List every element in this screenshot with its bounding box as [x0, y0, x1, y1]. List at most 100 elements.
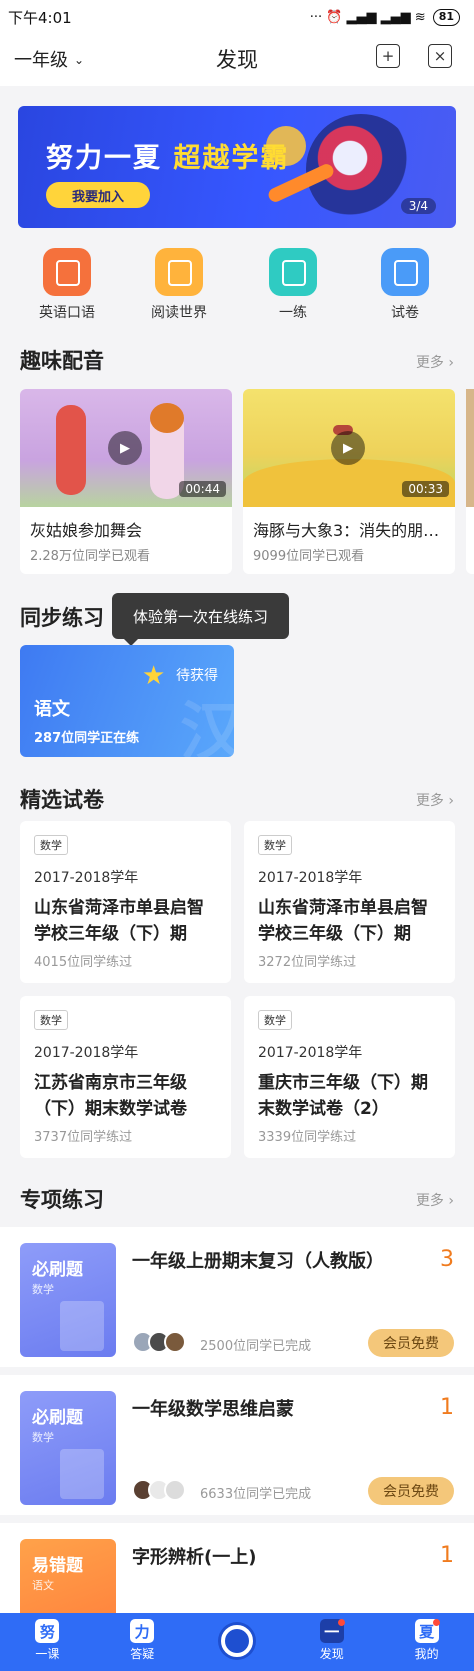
special-card[interactable]: 易错题 语文 字形辨析(一上) 1 — [0, 1523, 474, 1653]
exercise-book-icon[interactable]: × — [428, 44, 452, 68]
character-figure — [56, 405, 86, 495]
tab-center[interactable] — [190, 1613, 285, 1671]
paper-card[interactable]: 数学 2017-2018学年 山东省菏泽市单县启智学校三年级（下）期末… 401… — [20, 821, 231, 983]
bookmark-add-icon[interactable]: + — [376, 44, 400, 68]
category-label: 一练 — [279, 305, 307, 321]
video-card-peek[interactable] — [466, 389, 474, 574]
avatar-group — [132, 1479, 186, 1501]
category-label: 试卷 — [391, 305, 419, 321]
vip-free-button[interactable]: 会员免费 — [368, 1329, 454, 1357]
special-more-link[interactable]: 更多 › — [416, 1190, 454, 1210]
special-title: 一年级数学思维启蒙 — [132, 1399, 294, 1420]
video-card[interactable]: ▶ 00:44 灰姑娘参加舞会 2.28万位同学已观看 — [20, 389, 232, 574]
avatar — [164, 1331, 186, 1353]
paper-name: 山东省菏泽市单县启智学校三年级（下）期末… — [258, 898, 428, 944]
paper-name: 江苏省南京市三年级（下）期末数学试卷 — [34, 1073, 187, 1119]
center-ring-icon — [220, 1625, 253, 1657]
paper-count: 3339位同学练过 — [258, 1130, 357, 1145]
special-thumbnail: 必刷题 数学 — [20, 1391, 116, 1505]
subject-name: 语文 — [34, 699, 70, 720]
special-title: 一年级上册期末复习（人教版） — [132, 1251, 384, 1272]
banner-page-indicator: 3/4 — [400, 198, 436, 214]
subject-tag: 数学 — [34, 835, 68, 855]
category-exam-papers[interactable]: 试卷 — [360, 248, 450, 322]
promo-banner[interactable]: 努力一夏 超越学霸 我要加入 3/4 — [18, 106, 456, 228]
paper-card[interactable]: 数学 2017-2018学年 江苏省南京市三年级（下）期末数学试卷 3737位同… — [20, 996, 231, 1158]
special-count: 3 — [440, 1247, 454, 1272]
paper-card[interactable]: 数学 2017-2018学年 山东省菏泽市单县启智学校三年级（下）期末… 327… — [244, 821, 455, 983]
vip-free-button[interactable]: 会员免费 — [368, 1477, 454, 1505]
speech-icon — [43, 248, 91, 296]
tooltip: 体验第一次在线练习 — [112, 593, 289, 646]
category-practice[interactable]: 一练 — [248, 248, 338, 322]
bottom-tab-bar: 努 一课 力 答疑 一 发现 夏 我的 — [0, 1613, 474, 1671]
tab-discover[interactable]: 一 发现 — [284, 1613, 379, 1671]
join-button[interactable]: 我要加入 — [46, 182, 150, 208]
status-indicator-icons: ··· ⏰ ▂▄▆ ▂▄▆ ≋ — [309, 9, 426, 25]
top-bar: 一年级 ⌄ 发现 + × — [0, 34, 474, 86]
banner-headline-a: 努力一夏 — [46, 143, 174, 174]
paper-year: 2017-2018学年 — [258, 870, 363, 886]
video-title: 海豚与大象3：消失的朋… — [253, 521, 440, 540]
paper-icon — [381, 248, 429, 296]
tab-label: 发现 — [319, 1647, 344, 1661]
tab-label: 我的 — [414, 1647, 439, 1661]
battery-icon: 81 — [432, 8, 460, 26]
character-hair — [150, 403, 184, 433]
category-label: 英语口语 — [39, 305, 95, 321]
banner-headline: 努力一夏 超越学霸 — [46, 136, 289, 175]
play-icon[interactable]: ▶ — [108, 431, 142, 465]
thumb-title: 必刷题 — [32, 1260, 83, 1280]
tab-mine[interactable]: 夏 我的 — [379, 1613, 474, 1671]
notification-dot — [338, 1619, 346, 1626]
special-card[interactable]: 必刷题 数学 一年级上册期末复习（人教版） 3 2500位同学已完成 会员免费 — [0, 1227, 474, 1367]
qa-icon: 力 — [130, 1619, 155, 1643]
subject-watermark: 汉 — [180, 696, 234, 757]
special-count: 1 — [440, 1543, 454, 1568]
page-title: 发现 — [216, 48, 258, 72]
paper-count: 3737位同学练过 — [34, 1130, 133, 1145]
sync-practice-card[interactable]: 汉 ★ 待获得 语文 287位同学正在练 — [20, 645, 234, 757]
document-icon — [60, 1301, 104, 1351]
tab-lesson[interactable]: 努 一课 — [0, 1613, 95, 1671]
dubbing-more-link[interactable]: 更多 › — [416, 352, 454, 372]
video-thumbnail — [466, 389, 474, 507]
paper-count: 4015位同学练过 — [34, 955, 133, 970]
paper-year: 2017-2018学年 — [34, 1045, 139, 1061]
paper-year: 2017-2018学年 — [258, 1045, 363, 1061]
notebook-icon — [269, 248, 317, 296]
status-icons: ··· ⏰ ▂▄▆ ▂▄▆ ≋ 81 — [309, 8, 460, 26]
section-title-special: 专项练习 — [20, 1188, 104, 1212]
avatar-group — [132, 1331, 186, 1353]
avatar — [164, 1479, 186, 1501]
paper-card[interactable]: 数学 2017-2018学年 重庆市三年级（下）期末数学试卷（2） 3339位同… — [244, 996, 455, 1158]
status-bar: 下午4:01 ··· ⏰ ▂▄▆ ▂▄▆ ≋ 81 — [0, 0, 474, 34]
category-english-speaking[interactable]: 英语口语 — [22, 248, 112, 322]
subject-tag: 数学 — [34, 1010, 68, 1030]
video-views: 9099位同学已观看 — [253, 549, 365, 564]
document-icon — [60, 1449, 104, 1499]
special-thumbnail: 必刷题 数学 — [20, 1243, 116, 1357]
video-title: 灰姑娘参加舞会 — [30, 521, 143, 540]
video-duration: 00:44 — [179, 481, 226, 497]
tab-label: 一课 — [35, 1647, 60, 1661]
papers-more-link[interactable]: 更多 › — [416, 790, 454, 810]
tab-qa[interactable]: 力 答疑 — [95, 1613, 190, 1671]
practice-count: 287位同学正在练 — [34, 731, 140, 746]
paper-year: 2017-2018学年 — [34, 870, 139, 886]
special-title: 字形辨析(一上) — [132, 1547, 257, 1568]
category-row: 英语口语 阅读世界 一练 试卷 — [0, 248, 474, 328]
play-icon[interactable]: ▶ — [331, 431, 365, 465]
subject-tag: 数学 — [258, 835, 292, 855]
earn-label: 待获得 — [176, 668, 218, 684]
video-card[interactable]: ▶ 00:33 海豚与大象3：消失的朋… 9099位同学已观看 — [243, 389, 455, 574]
thumb-title: 易错题 — [32, 1556, 83, 1576]
section-title-papers: 精选试卷 — [20, 788, 104, 812]
category-label: 阅读世界 — [151, 305, 207, 321]
special-card[interactable]: 必刷题 数学 一年级数学思维启蒙 1 6633位同学已完成 会员免费 — [0, 1375, 474, 1515]
thumb-title: 必刷题 — [32, 1408, 83, 1428]
category-reading-world[interactable]: 阅读世界 — [134, 248, 224, 322]
video-views: 2.28万位同学已观看 — [30, 549, 150, 564]
paper-count: 3272位同学练过 — [258, 955, 357, 970]
star-icon: ★ — [142, 661, 166, 691]
